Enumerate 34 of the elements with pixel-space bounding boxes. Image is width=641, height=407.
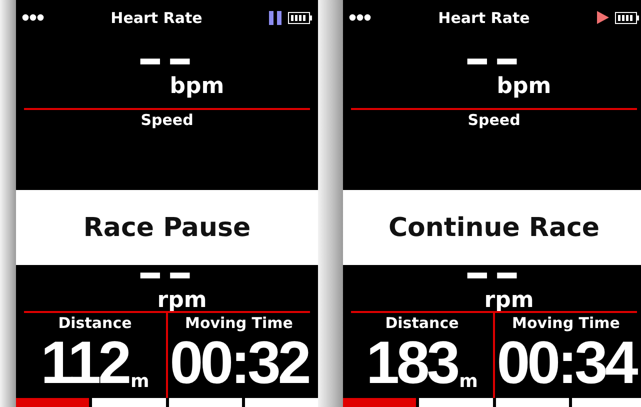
field-label: Moving Time [512, 313, 620, 333]
page-tab[interactable] [244, 398, 318, 407]
speed-label: Speed [468, 110, 520, 130]
page-tab[interactable] [168, 398, 242, 407]
page-tab[interactable] [419, 398, 492, 407]
field-value: 183 [366, 333, 458, 393]
field-value: 112 [40, 333, 129, 393]
heart-rate-unit: bpm [496, 75, 552, 99]
page-tab[interactable] [572, 398, 641, 407]
page-tab[interactable] [343, 398, 416, 407]
battery-icon [288, 12, 312, 24]
heart-rate-value: -- [137, 45, 197, 75]
heart-rate-unit: bpm [170, 75, 224, 99]
menu-dots-icon[interactable] [349, 14, 371, 21]
cadence-value: -- [137, 265, 197, 289]
field-label: Distance [58, 313, 132, 333]
page-tab[interactable] [496, 398, 569, 407]
page-tab[interactable] [16, 398, 90, 407]
field-label: Distance [385, 313, 459, 333]
speed-label: Speed [140, 110, 194, 130]
page-tab[interactable] [92, 398, 166, 407]
screen-title: Heart Rate [438, 8, 530, 26]
field-value: 00:32 [170, 333, 308, 393]
race-banner[interactable]: Continue Race [343, 190, 641, 265]
heart-rate-value: -- [464, 45, 524, 75]
cadence-value: -- [464, 265, 524, 289]
field-label: Moving Time [185, 313, 293, 333]
battery-icon [615, 12, 639, 24]
race-banner[interactable]: Race Pause [16, 190, 318, 265]
field-unit: m [130, 371, 150, 393]
field-unit: m [459, 371, 478, 393]
screen-title: Heart Rate [110, 8, 202, 26]
field-value: 00:34 [496, 333, 636, 393]
menu-dots-icon[interactable] [22, 14, 44, 21]
